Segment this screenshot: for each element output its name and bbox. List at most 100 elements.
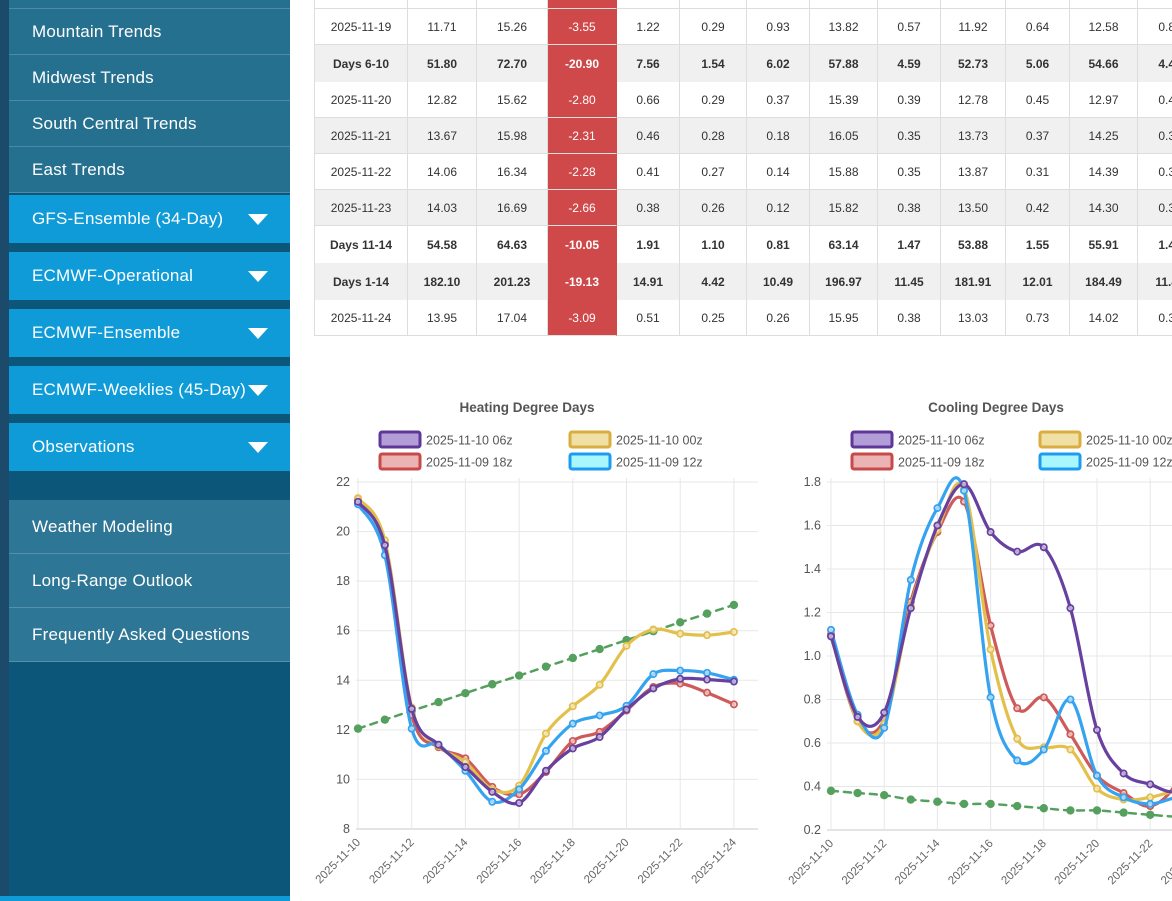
data-point-marker — [1040, 804, 1048, 812]
sidebar-item-label: South Central Trends — [32, 114, 197, 134]
data-point-marker — [908, 577, 914, 583]
legend-label: 2025-11-10 06z — [426, 434, 513, 448]
sidebar-item-ecmwf-ensemble[interactable]: ECMWF-Ensemble — [9, 309, 290, 357]
data-point-marker — [435, 742, 441, 748]
sidebar-item-label: Weather Modeling — [32, 517, 173, 537]
data-point-marker — [1121, 794, 1127, 800]
legend-item[interactable]: 2025-11-09 12z — [1040, 454, 1172, 470]
legend-item[interactable]: 2025-11-10 00z — [570, 432, 703, 448]
value-cell: 14.39 — [1070, 154, 1138, 190]
sidebar-item-ecmwf-operational[interactable]: ECMWF-Operational — [9, 252, 290, 300]
data-point-marker — [355, 499, 361, 505]
value-cell: 12.82 — [408, 82, 477, 118]
value-cell: 0.26 — [747, 300, 810, 336]
value-cell: 0.41 — [617, 154, 680, 190]
value-cell: 0.18 — [747, 118, 810, 154]
value-cell: 14.25 — [1070, 118, 1138, 154]
chevron-down-icon — [248, 442, 268, 453]
data-point-marker — [988, 694, 994, 700]
y-axis-tick-label: 1.8 — [804, 475, 821, 489]
value-cell: 0.35 — [878, 154, 941, 190]
legend-item[interactable]: 2025-11-09 18z — [380, 454, 513, 470]
sidebar-item-weather-modeling[interactable]: Weather Modeling — [9, 500, 290, 554]
sidebar-item-mountain-trends[interactable]: Mountain Trends — [9, 9, 290, 55]
sidebar-item-clipped[interactable] — [9, 0, 290, 9]
series-line-2025-11-09-12z — [831, 478, 1172, 804]
data-point-marker — [516, 800, 522, 806]
data-point-marker — [489, 799, 495, 805]
data-point-marker — [1067, 605, 1073, 611]
data-point-marker — [1121, 770, 1127, 776]
data-point-marker — [543, 768, 549, 774]
sidebar-item-frequently-asked-questions[interactable]: Frequently Asked Questions — [9, 608, 290, 662]
data-point-marker — [677, 631, 683, 637]
sidebar-item-midwest-trends[interactable]: Midwest Trends — [9, 55, 290, 101]
value-cell: 54.58 — [408, 226, 477, 263]
sidebar-item-label: Midwest Trends — [32, 68, 154, 88]
y-axis-tick-label: 20 — [336, 525, 350, 539]
value-cell: 0.93 — [747, 9, 810, 45]
value-cell: 0.45 — [1138, 82, 1172, 118]
sidebar-item-east-trends[interactable]: East Trends — [9, 147, 290, 193]
sidebar-item-gfs-ensemble-34-day[interactable]: GFS-Ensemble (34-Day) — [9, 195, 290, 243]
series-line-2025-11-09-12z — [358, 504, 734, 802]
data-point-marker — [704, 670, 710, 676]
sidebar-item-observations[interactable]: Observations — [9, 423, 290, 471]
legend-label: 2025-11-09 12z — [1086, 456, 1172, 470]
value-cell: 0.37 — [747, 82, 810, 118]
chart-title: Heating Degree Days — [459, 400, 594, 415]
sidebar-item-south-central-trends[interactable]: South Central Trends — [9, 101, 290, 147]
value-cell: 12.01 — [1006, 263, 1070, 300]
legend-item[interactable]: 2025-11-10 06z — [380, 432, 513, 448]
data-point-marker — [704, 676, 710, 682]
value-cell: 181.91 — [941, 263, 1006, 300]
data-point-marker — [1014, 736, 1020, 742]
value-cell — [1070, 0, 1138, 9]
legend-item[interactable]: 2025-11-09 12z — [570, 454, 703, 470]
anomaly-cell: -2.28 — [548, 154, 617, 190]
data-point-marker — [1147, 781, 1153, 787]
legend-item[interactable]: 2025-11-10 06z — [852, 432, 985, 448]
data-point-marker — [704, 632, 710, 638]
value-cell: 72.70 — [477, 45, 548, 82]
anomaly-cell: -2.66 — [548, 190, 617, 226]
data-point-marker — [731, 678, 737, 684]
table-row — [314, 0, 1172, 9]
data-point-marker — [489, 789, 495, 795]
x-axis-tick-label: 2025-11-18 — [528, 837, 577, 886]
data-point-marker — [1119, 808, 1127, 816]
data-point-marker — [933, 798, 941, 806]
legend-item[interactable]: 2025-11-09 18z — [852, 454, 985, 470]
value-cell: 12.97 — [1070, 82, 1138, 118]
data-point-marker — [488, 680, 496, 688]
value-cell: 16.34 — [477, 154, 548, 190]
value-cell: 0.37 — [1006, 118, 1070, 154]
legend-item[interactable]: 2025-11-10 00z — [1040, 432, 1172, 448]
sidebar-item-ecmwf-weeklies-45-day[interactable]: ECMWF-Weeklies (45-Day) — [9, 366, 290, 414]
value-cell: 1.54 — [680, 45, 747, 82]
anomaly-cell: -10.05 — [548, 226, 617, 263]
data-point-marker — [570, 738, 576, 744]
value-cell: 4.46 — [1138, 45, 1172, 82]
chevron-down-icon — [248, 271, 268, 282]
value-cell: 7.56 — [617, 45, 680, 82]
value-cell: 0.26 — [680, 190, 747, 226]
chart-title: Cooling Degree Days — [928, 400, 1064, 415]
anomaly-cell: -2.31 — [548, 118, 617, 154]
data-point-marker — [731, 629, 737, 635]
value-cell: 17.04 — [477, 300, 548, 336]
row-label-cell: 2025-11-24 — [314, 300, 408, 336]
data-point-marker — [623, 643, 629, 649]
row-label-cell: Days 1-14 — [314, 263, 408, 300]
series-line-2025-11-10-06z — [358, 502, 734, 804]
x-axis-tick-label: 2025-11-18 — [999, 838, 1048, 887]
value-cell: 0.28 — [680, 118, 747, 154]
value-cell: 0.38 — [617, 190, 680, 226]
legend-swatch — [380, 432, 420, 447]
data-point-marker — [354, 724, 362, 732]
value-cell: 13.50 — [941, 190, 1006, 226]
value-cell: 0.39 — [878, 82, 941, 118]
sidebar-item-long-range-outlook[interactable]: Long-Range Outlook — [9, 554, 290, 608]
data-point-marker — [597, 682, 603, 688]
value-cell: 0.25 — [680, 300, 747, 336]
